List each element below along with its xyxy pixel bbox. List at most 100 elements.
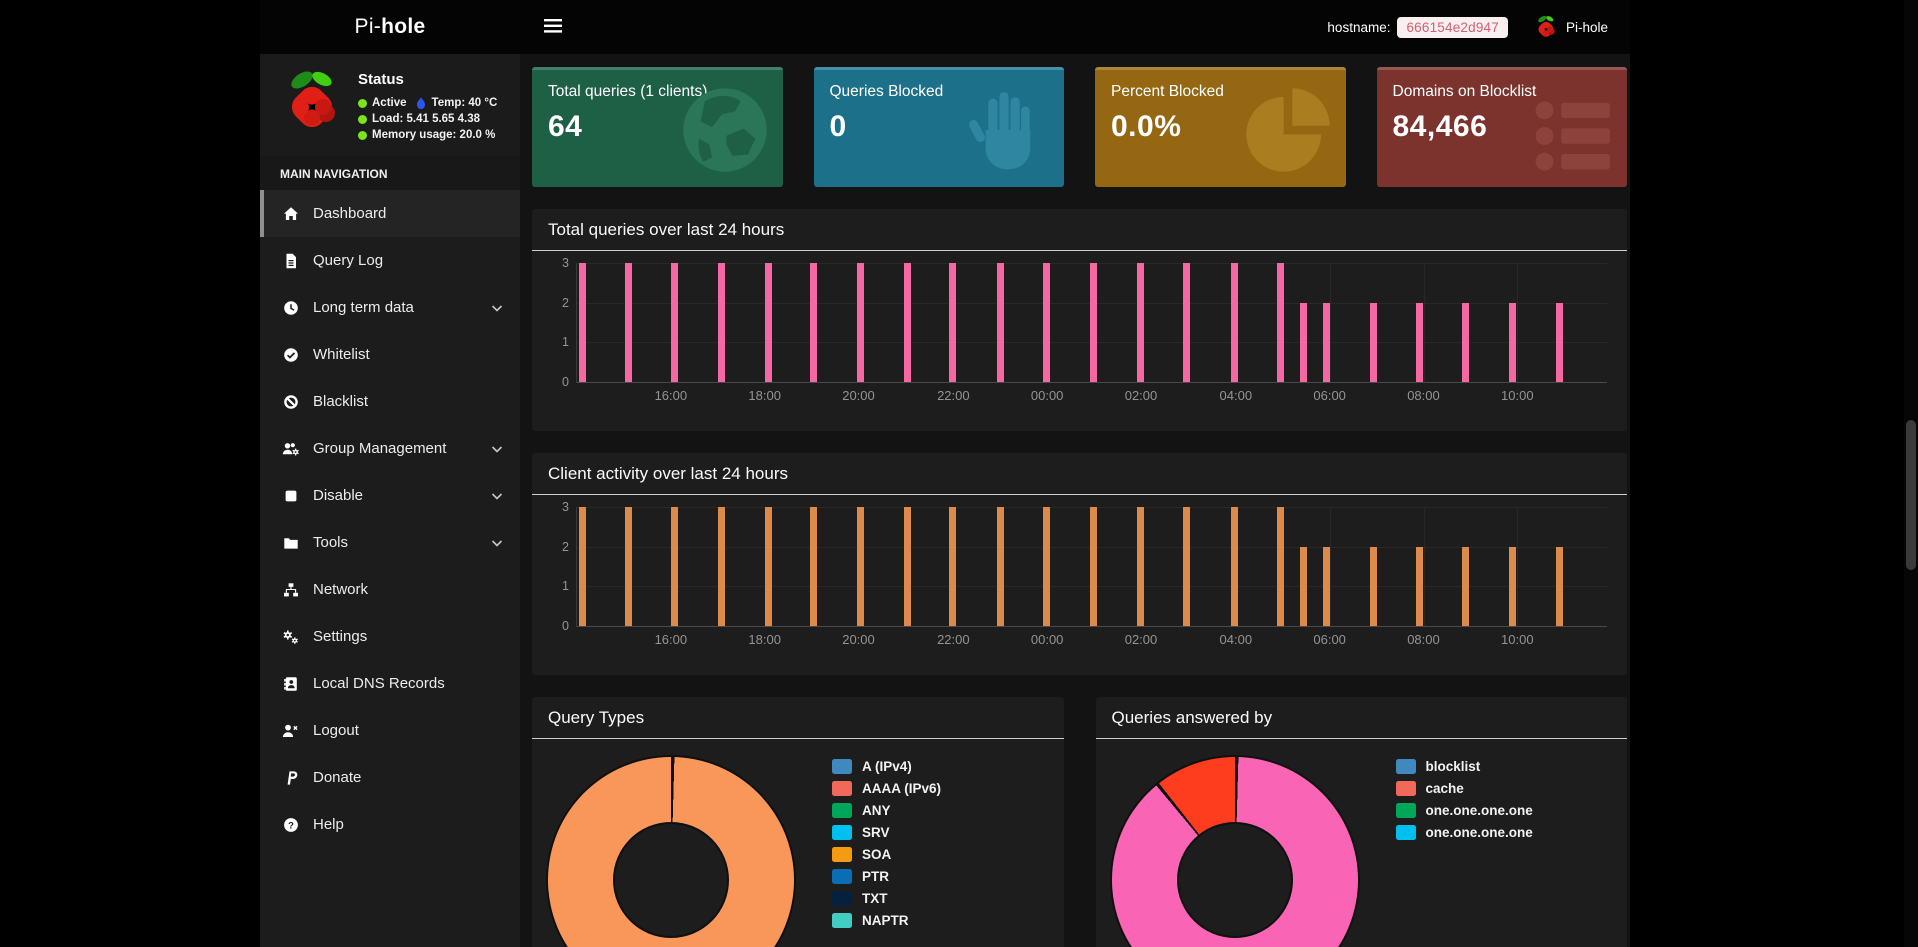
- sidebar-item-blacklist[interactable]: Blacklist: [260, 378, 520, 425]
- chart-body: 3210 16:0018:0020:0022:0000:0002:0004:00…: [532, 495, 1627, 675]
- query-bar[interactable]: [1323, 303, 1330, 382]
- query-bar[interactable]: [1556, 303, 1563, 382]
- legend-item[interactable]: TXT: [832, 891, 941, 906]
- legend-item[interactable]: PTR: [832, 869, 941, 884]
- y-tick-label: 1: [562, 335, 569, 349]
- brand[interactable]: Pi-hole: [260, 0, 520, 54]
- query-bar[interactable]: [1556, 547, 1563, 626]
- sidebar-toggle-button[interactable]: [538, 13, 568, 42]
- query-bar[interactable]: [1370, 547, 1377, 626]
- legend-label: one.one.one.one: [1426, 803, 1533, 818]
- sidebar-item-label: Group Management: [313, 440, 446, 457]
- legend-item[interactable]: cache: [1396, 781, 1533, 796]
- scrollbar-thumb[interactable]: [1906, 420, 1916, 570]
- query-bar[interactable]: [997, 263, 1004, 382]
- query-bar[interactable]: [1462, 303, 1469, 382]
- query-bar[interactable]: [1137, 263, 1144, 382]
- stop-icon: [281, 487, 300, 504]
- query-bar[interactable]: [1300, 547, 1307, 626]
- legend-item[interactable]: blocklist: [1396, 759, 1533, 774]
- query-bar[interactable]: [1370, 303, 1377, 382]
- app-container: Pi-hole Status Activ: [260, 0, 1630, 947]
- legend-label: ANY: [862, 803, 891, 818]
- query-bar[interactable]: [857, 507, 864, 626]
- queries-answered-donut[interactable]: [1112, 757, 1358, 947]
- query-bar[interactable]: [718, 507, 725, 626]
- x-tick-label: 16:00: [655, 632, 688, 647]
- sidebar-item-tools[interactable]: Tools: [260, 519, 520, 566]
- card-percent-blocked[interactable]: Percent Blocked 0.0%: [1095, 67, 1346, 187]
- sidebar-item-settings[interactable]: Settings: [260, 613, 520, 660]
- query-bar[interactable]: [625, 263, 632, 382]
- chevron-down-icon: [491, 534, 503, 551]
- legend-item[interactable]: SOA: [832, 847, 941, 862]
- query-bar[interactable]: [1277, 263, 1284, 382]
- legend-item[interactable]: AAAA (IPv6): [832, 781, 941, 796]
- query-bar[interactable]: [1416, 303, 1423, 382]
- query-bar[interactable]: [1509, 303, 1516, 382]
- query-bar[interactable]: [1183, 263, 1190, 382]
- query-bar[interactable]: [997, 507, 1004, 626]
- sidebar-item-disable[interactable]: Disable: [260, 472, 520, 519]
- sidebar-item-long-term-data[interactable]: Long term data: [260, 284, 520, 331]
- sidebar-item-query-log[interactable]: Query Log: [260, 237, 520, 284]
- legend-item[interactable]: one.one.one.one: [1396, 825, 1533, 840]
- query-bar[interactable]: [1043, 263, 1050, 382]
- query-bar[interactable]: [1416, 547, 1423, 626]
- sidebar-item-donate[interactable]: Donate: [260, 754, 520, 801]
- query-bar[interactable]: [718, 263, 725, 382]
- query-bar[interactable]: [1231, 507, 1238, 626]
- query-bar[interactable]: [1300, 303, 1307, 382]
- legend-swatch: [1396, 781, 1416, 796]
- sidebar-item-label: Local DNS Records: [313, 675, 445, 692]
- query-bar[interactable]: [1183, 507, 1190, 626]
- query-bar[interactable]: [1462, 547, 1469, 626]
- query-bar[interactable]: [765, 263, 772, 382]
- query-bar[interactable]: [810, 507, 817, 626]
- query-bar[interactable]: [949, 507, 956, 626]
- query-bar[interactable]: [1090, 263, 1097, 382]
- query-bar[interactable]: [1090, 507, 1097, 626]
- query-bar[interactable]: [765, 507, 772, 626]
- legend-item[interactable]: one.one.one.one: [1396, 803, 1533, 818]
- sidebar-item-local-dns-records[interactable]: Local DNS Records: [260, 660, 520, 707]
- query-bar[interactable]: [1277, 507, 1284, 626]
- query-bar[interactable]: [579, 507, 586, 626]
- query-bar[interactable]: [579, 263, 586, 382]
- sidebar-item-network[interactable]: Network: [260, 566, 520, 613]
- query-types-donut[interactable]: [548, 757, 794, 947]
- query-bar[interactable]: [904, 507, 911, 626]
- query-bar[interactable]: [1323, 547, 1330, 626]
- query-bar[interactable]: [904, 263, 911, 382]
- status-ok-dot: [358, 115, 367, 124]
- file-icon: [281, 252, 300, 269]
- sidebar-item-whitelist[interactable]: Whitelist: [260, 331, 520, 378]
- query-bar[interactable]: [1137, 507, 1144, 626]
- sidebar-item-help[interactable]: ? Help: [260, 801, 520, 848]
- legend-label: A (IPv4): [862, 759, 912, 774]
- legend-item[interactable]: NAPTR: [832, 913, 941, 928]
- sidebar-item-group-management[interactable]: Group Management: [260, 425, 520, 472]
- card-domains-blocklist[interactable]: Domains on Blocklist 84,466: [1377, 67, 1628, 187]
- query-bar[interactable]: [671, 263, 678, 382]
- legend-item[interactable]: A (IPv4): [832, 759, 941, 774]
- legend-item[interactable]: ANY: [832, 803, 941, 818]
- sidebar-item-dashboard[interactable]: Dashboard: [260, 190, 520, 237]
- card-queries-blocked[interactable]: Queries Blocked 0: [814, 67, 1065, 187]
- query-bar[interactable]: [810, 263, 817, 382]
- dashboard-content: Total queries (1 clients) 64 Queries Blo…: [520, 54, 1630, 947]
- query-bar[interactable]: [671, 507, 678, 626]
- query-bar[interactable]: [1043, 507, 1050, 626]
- sidebar-item-logout[interactable]: Logout: [260, 707, 520, 754]
- query-bar[interactable]: [949, 263, 956, 382]
- legend-item[interactable]: SRV: [832, 825, 941, 840]
- panel-title: Queries answered by: [1112, 708, 1612, 728]
- sidebar: Pi-hole Status Activ: [260, 0, 520, 947]
- query-bar[interactable]: [1231, 263, 1238, 382]
- page-scrollbar[interactable]: [1904, 0, 1918, 947]
- query-bar[interactable]: [857, 263, 864, 382]
- query-bar[interactable]: [625, 507, 632, 626]
- card-total-queries[interactable]: Total queries (1 clients) 64: [532, 67, 783, 187]
- query-bar[interactable]: [1509, 547, 1516, 626]
- question-circle-icon: ?: [281, 816, 300, 833]
